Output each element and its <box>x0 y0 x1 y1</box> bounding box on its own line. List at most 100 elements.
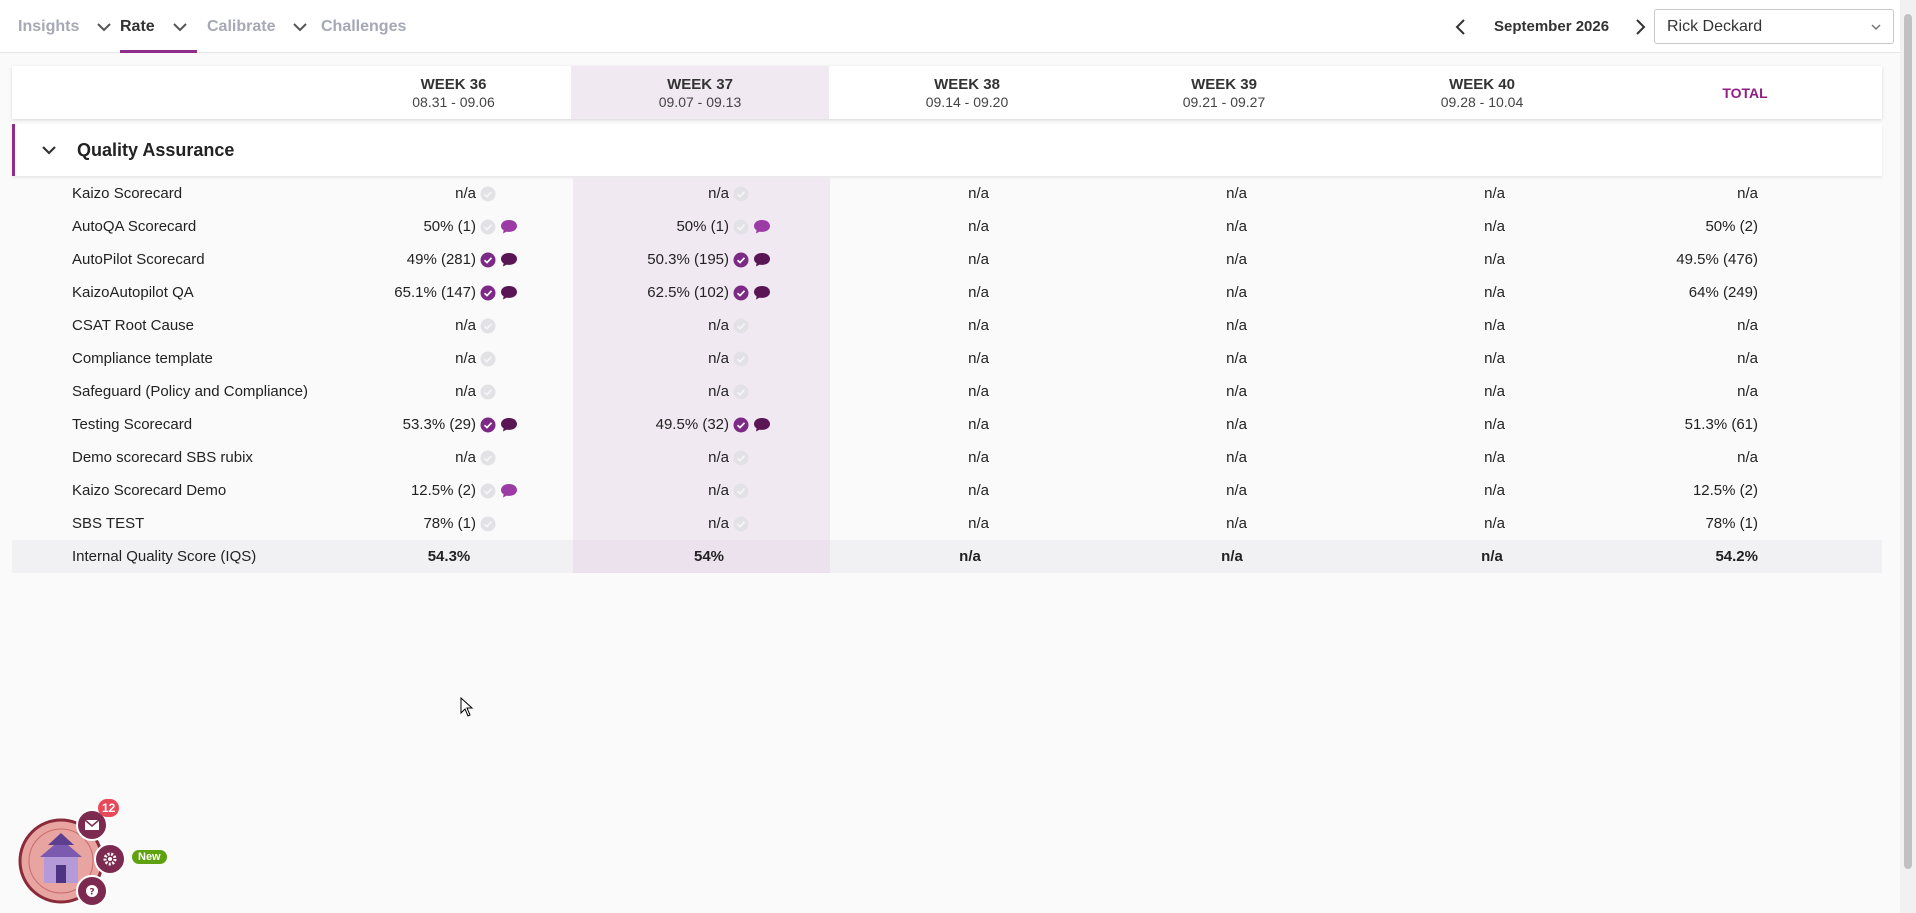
week-40-cell[interactable]: n/a <box>1484 210 1505 243</box>
week-38-header: WEEK 38 09.14 - 09.20 <box>838 66 1096 119</box>
week-36-cell[interactable]: 12.5% (2) <box>411 474 518 507</box>
week-39-cell[interactable]: n/a <box>1226 342 1247 375</box>
week-37-cell[interactable]: 50% (1) <box>676 210 771 243</box>
week-37-cell[interactable]: 49.5% (32) <box>656 408 771 441</box>
week-40-cell[interactable]: n/a <box>1484 441 1505 474</box>
nav-calibrate[interactable]: Calibrate <box>207 0 309 53</box>
week-36-cell[interactable]: 50% (1) <box>423 210 518 243</box>
section-quality-assurance[interactable]: Quality Assurance <box>12 124 1882 176</box>
week-39-cell[interactable]: n/a <box>1226 408 1247 441</box>
week-36-cell[interactable]: 78% (1) <box>423 507 518 540</box>
comment-icon[interactable] <box>753 285 771 301</box>
nav-challenges-label: Challenges <box>321 17 407 35</box>
week-40-cell[interactable]: n/a <box>1484 243 1505 276</box>
week-40-cell[interactable]: n/a <box>1484 507 1505 540</box>
week-40-cell[interactable]: n/a <box>1484 408 1505 441</box>
week-38-cell[interactable]: n/a <box>968 441 989 474</box>
week-39-cell[interactable]: n/a <box>1226 507 1247 540</box>
week-37-cell[interactable]: n/a <box>708 474 771 507</box>
week-37-cell[interactable]: 50.3% (195) <box>647 243 771 276</box>
week-36-cell[interactable]: n/a <box>455 309 518 342</box>
week-40-cell[interactable]: n/a <box>1484 474 1505 507</box>
nav-challenges[interactable]: Challenges <box>321 0 406 53</box>
cell-value: n/a <box>1484 350 1505 367</box>
week-37-cell[interactable]: n/a <box>708 309 771 342</box>
week-38-cell[interactable]: n/a <box>968 210 989 243</box>
week-38-cell[interactable]: n/a <box>968 243 989 276</box>
week-38-cell[interactable]: n/a <box>968 507 989 540</box>
week-36-cell[interactable]: n/a <box>455 342 518 375</box>
week-38-cell[interactable]: n/a <box>968 309 989 342</box>
week-40-cell[interactable]: n/a <box>1484 375 1505 408</box>
comment-icon[interactable] <box>753 417 771 433</box>
cell-value: n/a <box>1484 317 1505 334</box>
week-38-cell[interactable]: n/a <box>968 474 989 507</box>
total-cell: 12.5% (2) <box>1693 474 1758 507</box>
cell-value: n/a <box>968 284 989 301</box>
user-select[interactable]: Rick Deckard <box>1654 9 1894 44</box>
nav-rate[interactable]: Rate <box>120 0 197 53</box>
week-36-header: WEEK 36 08.31 - 09.06 <box>325 66 582 119</box>
assistant-widget[interactable]: 12 New ? <box>18 795 167 910</box>
comment-icon[interactable] <box>500 285 518 301</box>
week-37-cell[interactable]: n/a <box>708 342 771 375</box>
cell-value: n/a <box>708 317 729 334</box>
week-36-cell[interactable]: n/a <box>455 177 518 210</box>
chevron-down-icon <box>172 22 187 31</box>
scorecard-name: Kaizo Scorecard <box>72 185 183 202</box>
comment-icon[interactable] <box>500 252 518 268</box>
week-37-cell[interactable]: n/a <box>708 507 771 540</box>
comment-icon[interactable] <box>500 483 518 499</box>
cell-value: n/a <box>455 185 476 202</box>
week-37-cell[interactable]: 62.5% (102) <box>647 276 771 309</box>
next-month-button[interactable] <box>1629 16 1651 38</box>
week-36-cell[interactable]: 65.1% (147) <box>394 276 518 309</box>
week-38-cell[interactable]: n/a <box>968 342 989 375</box>
week-39-cell[interactable]: n/a <box>1226 441 1247 474</box>
week-40-cell[interactable]: n/a <box>1484 342 1505 375</box>
help-button[interactable]: ? <box>76 875 108 907</box>
week-40-cell[interactable]: n/a <box>1484 309 1505 342</box>
comment-icon[interactable] <box>753 252 771 268</box>
week-37-header: WEEK 37 09.07 - 09.13 <box>571 66 829 119</box>
week-37-cell[interactable]: n/a <box>708 177 771 210</box>
prev-month-button[interactable] <box>1450 16 1472 38</box>
week-36-cell[interactable]: 53.3% (29) <box>403 408 518 441</box>
chevron-down-icon <box>1871 24 1881 31</box>
week-39-cell[interactable]: n/a <box>1226 276 1247 309</box>
week-39-cell[interactable]: n/a <box>1226 474 1247 507</box>
settings-button[interactable] <box>94 843 126 875</box>
week-40-cell[interactable]: n/a <box>1484 177 1505 210</box>
week-39-cell[interactable]: n/a <box>1226 375 1247 408</box>
comment-icon[interactable] <box>500 417 518 433</box>
scrollbar[interactable] <box>1900 0 1916 913</box>
reviewed-check-icon <box>733 285 749 300</box>
week-36-cell[interactable]: n/a <box>455 441 518 474</box>
iqs-week-40-cell: n/a <box>1452 540 1532 573</box>
comment-icon[interactable] <box>500 219 518 235</box>
chevron-down-icon[interactable] <box>39 140 59 160</box>
cell-value: 12.5% (2) <box>410 482 476 499</box>
week-39-cell[interactable]: n/a <box>1226 309 1247 342</box>
week-37-cell[interactable]: n/a <box>708 441 771 474</box>
week-36-cell[interactable]: n/a <box>455 375 518 408</box>
reviewed-check-icon <box>480 417 496 432</box>
week-38-cell[interactable]: n/a <box>968 276 989 309</box>
week-38-cell[interactable]: n/a <box>968 408 989 441</box>
iqs-total-cell: 54.2% <box>1715 540 1758 573</box>
nav-insights[interactable]: Insights <box>18 0 113 53</box>
week-37-cell[interactable]: n/a <box>708 375 771 408</box>
comment-icon[interactable] <box>753 219 771 235</box>
week-38-cell[interactable]: n/a <box>968 375 989 408</box>
scrollbar-thumb[interactable] <box>1904 14 1912 869</box>
week-39-cell[interactable]: n/a <box>1226 177 1247 210</box>
scorecard-name: KaizoAutopilot QA <box>72 284 194 301</box>
total-cell: 78% (1) <box>1705 507 1758 540</box>
week-39-cell[interactable]: n/a <box>1226 210 1247 243</box>
reviewed-check-icon <box>733 318 749 333</box>
top-nav: Insights Rate Calibrate Challenges Septe… <box>0 0 1900 53</box>
week-40-cell[interactable]: n/a <box>1484 276 1505 309</box>
week-36-cell[interactable]: 49% (281) <box>407 243 518 276</box>
week-38-cell[interactable]: n/a <box>968 177 989 210</box>
week-39-cell[interactable]: n/a <box>1226 243 1247 276</box>
